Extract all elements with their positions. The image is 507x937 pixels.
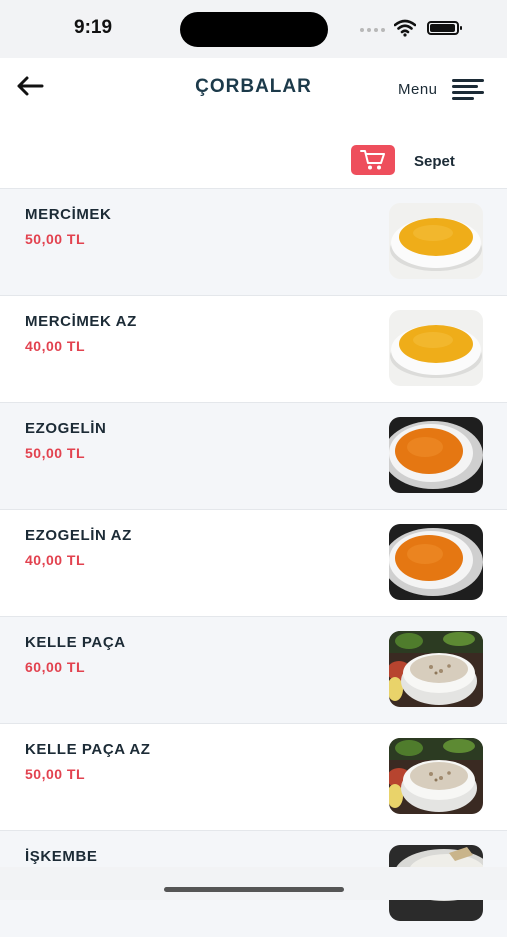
kelle-paca-soup-image	[389, 738, 483, 814]
product-price: 50,00 TL	[25, 231, 86, 247]
product-row-ezogelin[interactable]: EZOGELİN 50,00 TL	[0, 402, 507, 509]
home-bar	[0, 867, 507, 900]
home-indicator[interactable]	[164, 887, 344, 892]
cart-button[interactable]	[351, 145, 395, 175]
product-name: MERCİMEK	[25, 206, 112, 223]
product-row-mercimek[interactable]: MERCİMEK 50,00 TL	[0, 188, 507, 295]
product-list: MERCİMEK 50,00 TL MERCİMEK AZ 40,00 TL E…	[0, 188, 507, 937]
dynamic-island	[180, 12, 328, 47]
header: ÇORBALAR Menu Sepet	[0, 58, 507, 188]
product-row-mercimek-az[interactable]: MERCİMEK AZ 40,00 TL	[0, 295, 507, 402]
battery-icon	[427, 21, 462, 35]
cellular-signal-icon	[360, 28, 385, 32]
product-price: 50,00 TL	[25, 445, 86, 461]
cart-label[interactable]: Sepet	[414, 153, 455, 170]
product-price: 40,00 TL	[25, 338, 86, 354]
product-name: KELLE PAÇA AZ	[25, 741, 151, 758]
lentil-soup-image	[389, 203, 483, 279]
product-price: 60,00 TL	[25, 659, 86, 675]
ezogelin-soup-image	[389, 524, 483, 600]
product-price: 40,00 TL	[25, 552, 86, 568]
product-row-kelle-paca-az[interactable]: KELLE PAÇA AZ 50,00 TL	[0, 723, 507, 830]
lentil-soup-image	[389, 310, 483, 386]
ezogelin-soup-image	[389, 417, 483, 493]
product-name: EZOGELİN	[25, 420, 107, 437]
product-name: İŞKEMBE	[25, 848, 98, 865]
product-name: MERCİMEK AZ	[25, 313, 137, 330]
menu-label: Menu	[398, 80, 438, 98]
status-time: 9:19	[74, 17, 113, 38]
kelle-paca-soup-image	[389, 631, 483, 707]
status-bar: 9:19	[0, 0, 507, 58]
product-row-ezogelin-az[interactable]: EZOGELİN AZ 40,00 TL	[0, 509, 507, 616]
product-row-kelle-paca[interactable]: KELLE PAÇA 60,00 TL	[0, 616, 507, 723]
hamburger-menu-icon	[451, 79, 484, 100]
product-price: 50,00 TL	[25, 766, 86, 782]
wifi-icon	[394, 19, 416, 37]
menu-button[interactable]: Menu	[398, 78, 484, 100]
product-name: KELLE PAÇA	[25, 634, 126, 651]
shopping-cart-icon	[360, 150, 385, 170]
product-name: EZOGELİN AZ	[25, 527, 132, 544]
